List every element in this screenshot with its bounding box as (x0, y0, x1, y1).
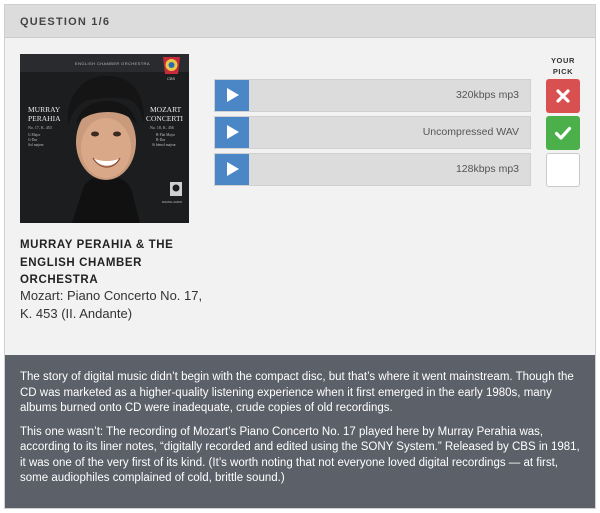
cover-right-detail-3: B-Dur (156, 138, 166, 142)
cover-right-detail-2: B-Flat Major (156, 133, 176, 137)
check-icon (554, 126, 572, 140)
play-button[interactable] (215, 154, 249, 185)
explanation-paragraph-2: This one wasn’t: The recording of Mozart… (20, 425, 580, 485)
cover-left-detail-2: G Major (28, 133, 41, 137)
pick-button-wrong[interactable] (546, 79, 580, 113)
cover-left-detail-3: G-Dur (28, 138, 38, 142)
option-row-uncompressed-wav: Uncompressed WAV (214, 116, 531, 149)
cover-right-title-1: MOZART (150, 105, 182, 114)
track-title: Mozart: Piano Concerto No. 17, K. 453 (I… (20, 288, 203, 321)
quiz-card: QUESTION 1/6 ENGLISH CHAMBER ORCHESTRA C… (4, 4, 596, 509)
your-pick-label: YOUR PICK (550, 56, 576, 76)
option-row-128kbps: 128kbps mp3 (214, 153, 531, 186)
album-cover-art: ENGLISH CHAMBER ORCHESTRA CBS MURRAY PER… (20, 54, 189, 223)
cover-left-detail-4: Sol majeur (28, 143, 44, 147)
explanation-paragraph-1: The story of digital music didn’t begin … (20, 371, 574, 414)
cover-right-detail-4: Si bémol majeur (152, 143, 177, 147)
option-label: 128kbps mp3 (455, 163, 519, 175)
play-button[interactable] (215, 117, 249, 148)
artist-name: MURRAY PERAHIA & THE ENGLISH CHAMBER ORC… (20, 239, 174, 286)
play-button[interactable] (215, 80, 249, 111)
play-icon (227, 88, 239, 102)
x-icon (556, 89, 570, 103)
question-header: QUESTION 1/6 (5, 5, 595, 38)
cbs-logo-text: CBS (167, 76, 176, 81)
cover-right-title-2: CONCERTI (146, 114, 184, 123)
album-cover: ENGLISH CHAMBER ORCHESTRA CBS MURRAY PER… (20, 54, 189, 223)
option-label: Uncompressed WAV (422, 126, 519, 138)
cover-banner-text: ENGLISH CHAMBER ORCHESTRA (75, 61, 150, 66)
question-counter: QUESTION 1/6 (20, 16, 111, 28)
option-label: 320kbps mp3 (455, 89, 519, 101)
cover-left-name-1: MURRAY (28, 105, 61, 114)
explanation-panel: The story of digital music didn’t begin … (5, 355, 595, 508)
play-icon (227, 162, 239, 176)
pick-button-correct[interactable] (546, 116, 580, 150)
cover-left-name-2: PERAHIA (28, 114, 61, 123)
pick-button-empty[interactable] (546, 153, 580, 187)
compact-disc-logo-text: DIGITAL AUDIO (162, 200, 183, 204)
play-icon (227, 125, 239, 139)
option-row-320kbps: 320kbps mp3 (214, 79, 531, 112)
